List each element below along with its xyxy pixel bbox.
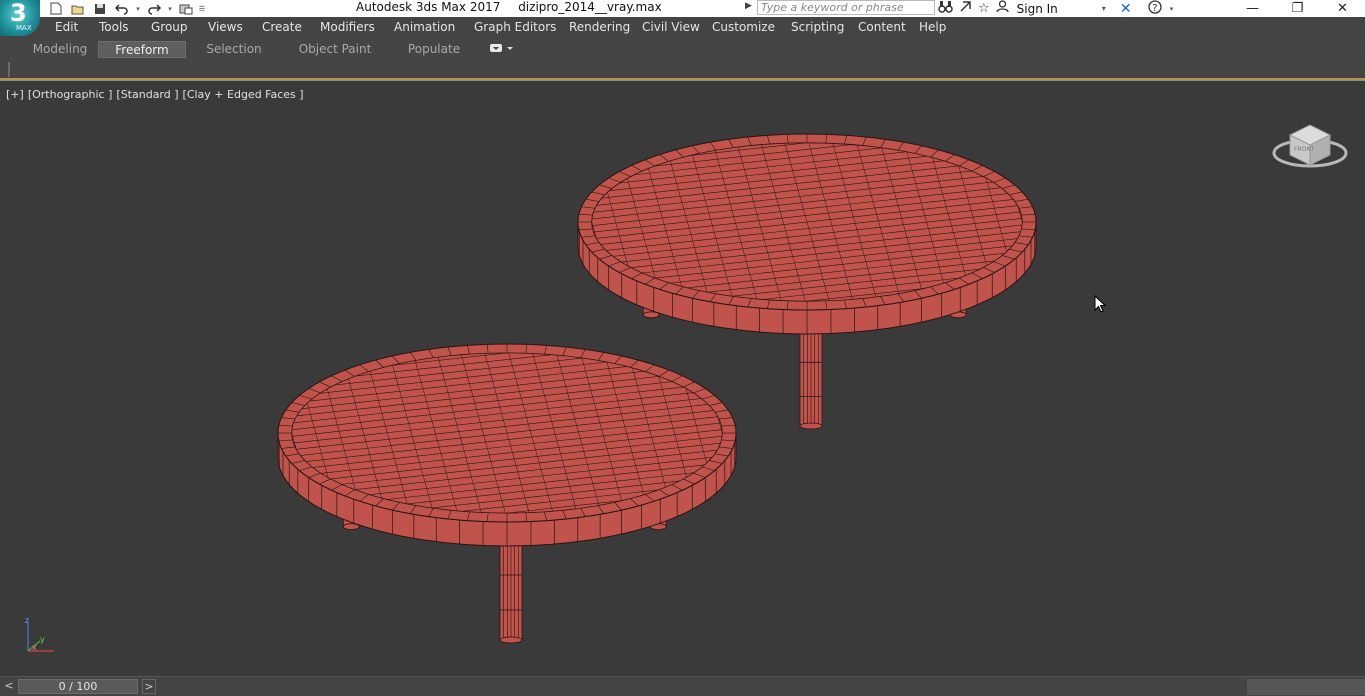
- menu-graph-editors[interactable]: Graph Editors: [474, 20, 556, 34]
- app-title: Autodesk 3ds Max 2017: [356, 0, 501, 14]
- time-prev-button[interactable]: <: [3, 679, 15, 694]
- open-file-icon[interactable]: [68, 1, 88, 16]
- application-menu-button[interactable]: 3 MAX: [0, 0, 40, 36]
- sign-in-link[interactable]: Sign In: [1017, 2, 1058, 16]
- tab-freeform[interactable]: Freeform: [98, 41, 186, 58]
- binoculars-icon[interactable]: [938, 0, 953, 17]
- menu-tools[interactable]: Tools: [99, 20, 129, 34]
- help-dropdown-icon[interactable]: ▾: [1168, 5, 1176, 13]
- customize-toolbar-dropdown-icon[interactable]: ☰: [198, 5, 206, 13]
- file-name: dizipro_2014__vray.max: [518, 0, 662, 14]
- table-top: [577, 133, 1037, 311]
- table-model-front: [277, 343, 737, 644]
- restore-icon[interactable]: ❐: [1275, 0, 1320, 17]
- axis-z-label: z: [25, 616, 29, 625]
- menu-scripting[interactable]: Scripting: [791, 20, 844, 34]
- save-icon[interactable]: [90, 1, 110, 16]
- viewport-orthographic[interactable]: [+] [Orthographic ] [Standard ] [Clay + Edg…: [0, 80, 1365, 676]
- table-leg-front: [799, 327, 823, 430]
- menu-civil-view[interactable]: Civil View: [642, 20, 700, 34]
- mouse-cursor-icon: [1094, 295, 1107, 313]
- track-bar-right: [1247, 679, 1365, 695]
- user-icon[interactable]: [996, 0, 1009, 17]
- minimize-icon[interactable]: —: [1230, 0, 1275, 17]
- table-leg-front: [499, 539, 523, 644]
- table-top: [277, 343, 737, 523]
- viewcube-face-label: FRONT: [1294, 146, 1315, 153]
- time-next-button[interactable]: >: [142, 679, 156, 694]
- menu-edit[interactable]: Edit: [55, 20, 78, 34]
- viewcube-icon[interactable]: FRONT: [1270, 115, 1350, 175]
- time-slider-handle[interactable]: 0 / 100: [18, 679, 138, 694]
- viewport-shading-menu[interactable]: [Clay + Edged Faces ]: [183, 88, 304, 101]
- ribbon-tab-bar: Modeling Freeform Selection Object Paint…: [0, 39, 1365, 60]
- new-file-icon[interactable]: [46, 1, 66, 16]
- close-icon[interactable]: ✕: [1320, 0, 1365, 17]
- app-logo-sub: MAX: [16, 24, 32, 32]
- title-bar: 3 MAX ▾ ▾ ☰ Autodesk 3ds Max 2017 dizipr…: [0, 0, 1365, 36]
- communication-center-icon[interactable]: [959, 0, 972, 17]
- ribbon-options-dropdown[interactable]: [489, 41, 515, 58]
- axis-y-label: y: [40, 635, 45, 644]
- menu-modifiers[interactable]: Modifiers: [320, 20, 375, 34]
- exchange-apps-icon[interactable]: ✕: [1120, 1, 1132, 17]
- svg-text:?: ?: [1152, 3, 1157, 14]
- viewport-general-menu[interactable]: [+]: [6, 88, 24, 101]
- viewport-point-of-view-menu[interactable]: [Orthographic ]: [28, 88, 113, 101]
- project-folder-icon[interactable]: [176, 1, 196, 16]
- tab-populate[interactable]: Populate: [396, 41, 472, 58]
- main-menu-bar: Edit Tools Group Views Create Modifiers …: [0, 17, 1365, 40]
- infocenter-toolbar: ☆ Sign In ▾ ✕ ? ▾: [938, 0, 1176, 17]
- menu-create[interactable]: Create: [262, 20, 302, 34]
- undo-icon[interactable]: [112, 1, 132, 16]
- menu-content[interactable]: Content: [858, 20, 906, 34]
- menu-group[interactable]: Group: [151, 20, 188, 34]
- redo-dropdown-icon[interactable]: ▾: [166, 5, 174, 13]
- ribbon-grip-handle[interactable]: [8, 62, 10, 77]
- search-input[interactable]: Type a keyword or phrase: [757, 0, 935, 15]
- axis-tripod-icon: z y x: [25, 616, 54, 652]
- search-expand-icon[interactable]: ▶: [745, 1, 755, 15]
- time-slider-bar: < 0 / 100 >: [0, 676, 1365, 696]
- viewport-label-menu[interactable]: [+] [Orthographic ] [Standard ] [Clay + Edg…: [6, 88, 308, 101]
- quick-access-toolbar: ▾ ▾ ☰: [46, 0, 206, 17]
- undo-dropdown-icon[interactable]: ▾: [134, 5, 142, 13]
- scene-canvas[interactable]: [0, 81, 1365, 677]
- menu-customize[interactable]: Customize: [712, 20, 775, 34]
- sign-in-dropdown-icon[interactable]: ▾: [1102, 4, 1106, 13]
- tab-selection[interactable]: Selection: [190, 41, 278, 58]
- tab-modeling[interactable]: Modeling: [22, 41, 98, 58]
- ribbon-minimize-icon: [490, 44, 513, 52]
- window-controls: — ❐ ✕: [1230, 0, 1365, 17]
- time-track[interactable]: [160, 682, 1240, 692]
- menu-help[interactable]: Help: [919, 20, 946, 34]
- viewport-standard-menu[interactable]: [Standard ]: [116, 88, 178, 101]
- menu-rendering[interactable]: Rendering: [569, 20, 630, 34]
- favorites-star-icon[interactable]: ☆: [978, 1, 990, 16]
- axis-x-label: x: [32, 643, 37, 652]
- menu-views[interactable]: Views: [208, 20, 243, 34]
- redo-icon[interactable]: [144, 1, 164, 16]
- help-icon[interactable]: ?: [1147, 0, 1162, 18]
- tab-object-paint[interactable]: Object Paint: [290, 41, 380, 58]
- window-title: Autodesk 3ds Max 2017 dizipro_2014__vray…: [356, 0, 676, 14]
- app-logo-number: 3: [10, 0, 27, 27]
- ribbon-panel: [0, 60, 1365, 80]
- menu-animation[interactable]: Animation: [394, 20, 455, 34]
